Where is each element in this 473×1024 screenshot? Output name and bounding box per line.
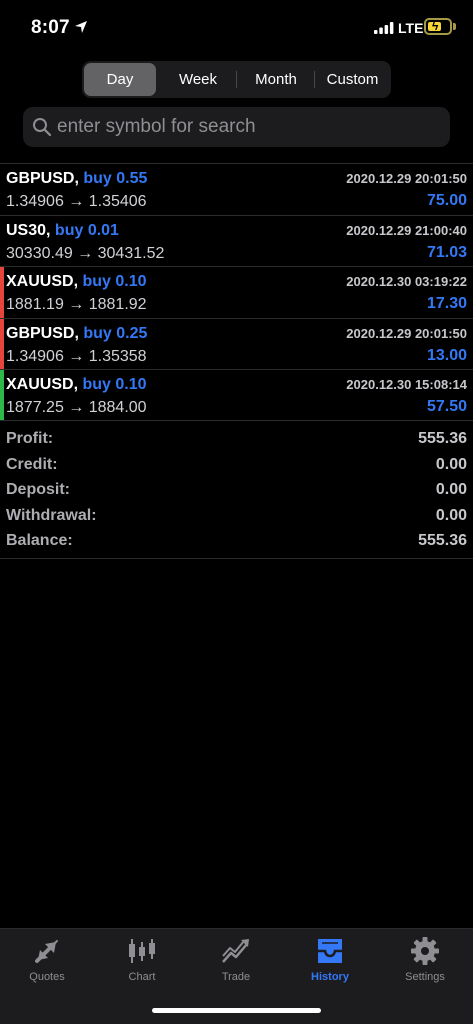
symbol-text: GBPUSD, — [6, 170, 79, 187]
trade-profit: 57.50 — [426, 398, 467, 415]
summary-label: Balance: — [6, 532, 73, 549]
settings-icon — [411, 937, 439, 965]
trade-prices: 1.34906 → 1.35358 — [6, 347, 147, 365]
period-tab-month[interactable]: Month — [238, 63, 314, 96]
segment-divider — [314, 71, 315, 88]
trade-row[interactable]: GBPUSD, buy 0.55 2020.12.29 20:01:50 1.3… — [0, 163, 473, 215]
quotes-icon — [35, 940, 58, 963]
summary-value: 555.36 — [418, 430, 467, 447]
tab-settings[interactable]: Settings — [385, 935, 465, 993]
period-tab-week[interactable]: Week — [160, 63, 236, 96]
trade-prices: 1877.25 → 1884.00 — [6, 399, 147, 416]
summary-value: 0.00 — [435, 481, 467, 498]
trade-row[interactable]: GBPUSD, buy 0.25 2020.12.29 20:01:50 1.3… — [0, 317, 473, 369]
summary-label: Credit: — [6, 455, 58, 473]
search-icon — [33, 118, 52, 137]
trade-symbol: GBPUSD, buy 0.25 — [6, 325, 147, 343]
trade-symbol: GBPUSD, buy 0.55 — [6, 170, 147, 188]
battery-icon: ϟ — [424, 18, 452, 35]
trade-datetime: 2020.12.29 20:01:50 — [346, 325, 467, 341]
tab-label: Settings — [405, 971, 445, 983]
trade-profit: 71.03 — [426, 243, 467, 261]
trade-icon — [222, 939, 249, 963]
trade-profit: 13.00 — [426, 346, 467, 364]
symbol-text: GBPUSD, — [6, 324, 79, 342]
summary-label: Withdrawal: — [6, 506, 97, 524]
tab-label: Quotes — [29, 971, 65, 983]
trade-row[interactable]: XAUUSD, buy 0.10 2020.12.30 03:19:22 188… — [0, 266, 473, 318]
tab-label: Chart — [128, 971, 156, 983]
trade-marker — [0, 267, 4, 318]
network-label: LTE — [398, 20, 424, 36]
symbol-text: US30, — [6, 221, 51, 239]
tab-label: Trade — [221, 971, 251, 983]
battery-cap — [453, 23, 456, 30]
account-summary: Profit: 555.36 Credit: 0.00 Deposit: 0.0… — [0, 430, 473, 558]
trade-prices: 1.34906 → 1.35406 — [6, 193, 147, 210]
summary-row-withdrawal: Withdrawal: 0.00 — [0, 507, 473, 533]
trade-prices: 1881.19 → 1881.92 — [6, 296, 147, 313]
trade-side: buy 0.55 — [83, 170, 148, 187]
trade-datetime: 2020.12.29 21:00:40 — [346, 222, 467, 238]
tab-label: History — [311, 971, 349, 983]
trade-symbol: XAUUSD, buy 0.10 — [6, 376, 147, 394]
summary-label: Deposit: — [6, 481, 70, 498]
trade-marker — [0, 318, 4, 369]
trade-marker — [0, 216, 4, 267]
symbol-text: XAUUSD, — [6, 376, 79, 393]
summary-divider — [0, 558, 473, 559]
trade-symbol: US30, buy 0.01 — [6, 222, 119, 240]
period-segmented-control: Day Week Month Custom — [82, 61, 391, 98]
trade-row[interactable]: XAUUSD, buy 0.10 2020.12.30 15:08:14 187… — [0, 369, 473, 421]
status-time: 8:07 — [31, 17, 70, 38]
home-indicator[interactable] — [152, 1008, 321, 1013]
trade-side: buy 0.01 — [54, 221, 119, 239]
location-arrow-icon — [75, 21, 87, 33]
chart-icon — [129, 939, 155, 963]
period-tab-custom[interactable]: Custom — [316, 63, 389, 96]
summary-value: 0.00 — [435, 455, 467, 473]
search-input[interactable] — [57, 113, 437, 141]
trade-side: buy 0.25 — [83, 324, 148, 342]
trade-datetime: 2020.12.29 20:01:50 — [346, 171, 467, 186]
tab-chart[interactable]: Chart — [102, 935, 182, 993]
summary-label: Profit: — [6, 430, 54, 447]
trade-row[interactable]: US30, buy 0.01 2020.12.29 21:00:40 30330… — [0, 214, 473, 267]
status-bar: 8:07 LTE ϟ — [0, 0, 473, 56]
summary-value: 555.36 — [418, 532, 467, 549]
symbol-text: XAUUSD, — [6, 273, 79, 290]
summary-row-profit: Profit: 555.36 — [0, 430, 473, 456]
history-icon — [318, 939, 342, 963]
trade-symbol: XAUUSD, buy 0.10 — [6, 273, 147, 291]
trade-history-list: GBPUSD, buy 0.55 2020.12.29 20:01:50 1.3… — [0, 163, 473, 421]
tab-quotes[interactable]: Quotes — [7, 935, 87, 993]
trade-profit: 75.00 — [426, 192, 467, 209]
summary-value: 0.00 — [435, 506, 467, 524]
cellular-signal-icon — [374, 22, 394, 34]
trade-datetime: 2020.12.30 03:19:22 — [346, 274, 467, 289]
summary-row-credit: Credit: 0.00 — [0, 456, 473, 482]
summary-row-balance: Balance: 555.36 — [0, 532, 473, 558]
summary-row-deposit: Deposit: 0.00 — [0, 481, 473, 507]
tab-trade[interactable]: Trade — [196, 935, 276, 993]
trade-marker — [0, 370, 4, 420]
trade-marker — [0, 164, 4, 215]
trade-datetime: 2020.12.30 15:08:14 — [346, 377, 467, 392]
tab-history[interactable]: History — [290, 935, 370, 993]
trade-side: buy 0.10 — [82, 376, 147, 393]
segment-divider — [236, 71, 237, 88]
period-tab-day[interactable]: Day — [84, 63, 156, 96]
trade-side: buy 0.10 — [82, 273, 147, 290]
trade-prices: 30330.49 → 30431.52 — [6, 244, 165, 262]
trade-profit: 17.30 — [426, 295, 467, 312]
search-bar[interactable] — [23, 107, 450, 147]
